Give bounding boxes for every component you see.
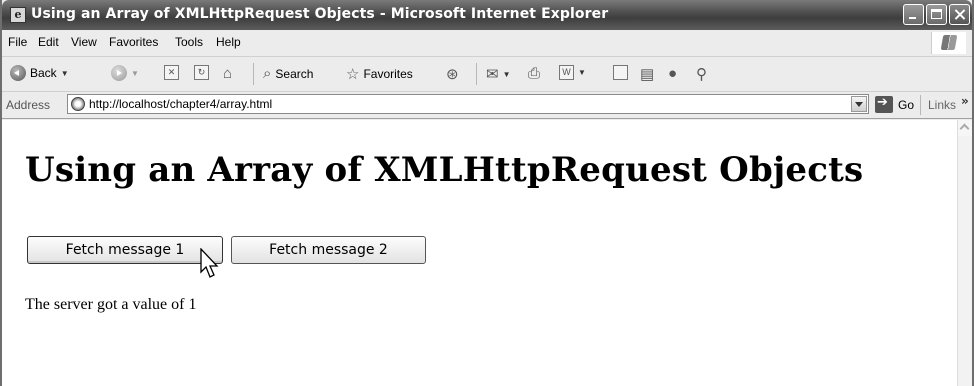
scroll-up-icon[interactable] (958, 120, 972, 136)
menu-favorites[interactable]: Favorites (109, 35, 158, 49)
research-icon: ⚲ (696, 66, 707, 83)
title-bar[interactable]: e Using an Array of XMLHttpRequest Objec… (2, 0, 972, 30)
links-button[interactable]: Links (928, 98, 956, 112)
address-bar: Address http://localhost/chapter4/array.… (2, 92, 972, 119)
search-button[interactable]: ⌕ Search (263, 65, 313, 82)
discuss-button[interactable] (613, 65, 628, 80)
menu-view[interactable]: View (71, 35, 97, 49)
go-button[interactable]: Go (898, 98, 914, 112)
tools-extra-button[interactable]: ⚲ (696, 65, 707, 83)
edit-dropdown-icon[interactable]: ▼ (578, 68, 586, 77)
back-button[interactable]: Back ▼ (10, 65, 69, 81)
address-dropdown-icon[interactable] (851, 96, 867, 112)
vertical-scrollbar[interactable] (957, 120, 972, 386)
mail-button[interactable]: ✉ ▼ (486, 65, 511, 83)
search-label: Search (275, 66, 314, 81)
back-dropdown-icon[interactable]: ▼ (61, 69, 69, 78)
search-icon: ⌕ (263, 65, 272, 82)
mouse-cursor-icon (200, 248, 219, 278)
edit-button[interactable]: W ▼ (559, 65, 586, 80)
forward-dropdown-icon[interactable]: ▼ (131, 69, 139, 78)
edit-icon: W (559, 65, 574, 80)
back-icon (10, 65, 26, 81)
home-icon: ⌂ (223, 65, 233, 82)
history-icon: ⊛ (446, 66, 459, 83)
fetch-message-1-button[interactable]: Fetch message 1 (27, 236, 223, 264)
stop-icon: ✕ (164, 65, 179, 80)
address-label: Address (6, 98, 51, 112)
address-input[interactable]: http://localhost/chapter4/array.html (67, 94, 869, 114)
mail-dropdown-icon[interactable]: ▼ (503, 70, 511, 79)
ie-page-icon: e (10, 7, 26, 23)
discuss-icon (613, 65, 628, 80)
back-label: Back (30, 66, 57, 80)
result-text: The server got a value of 1 (25, 296, 197, 313)
browser-window: e Using an Array of XMLHttpRequest Objec… (0, 0, 974, 386)
menu-edit[interactable]: Edit (38, 35, 59, 49)
favorites-star-icon: ☆ (346, 66, 360, 83)
go-arrow-icon[interactable] (875, 95, 893, 113)
page-icon (71, 97, 85, 111)
toolbar-separator (476, 63, 477, 85)
refresh-button[interactable]: ↻ (194, 65, 209, 80)
print-icon: ⎙ (528, 65, 541, 82)
research-button[interactable]: ▤ (640, 65, 654, 83)
menu-tools[interactable]: Tools (175, 35, 203, 49)
page-content: Using an Array of XMLHttpRequest Objects… (2, 120, 957, 386)
print-button[interactable]: ⎙ (528, 65, 540, 82)
mail-icon: ✉ (486, 66, 499, 83)
maximize-icon[interactable] (926, 4, 947, 25)
forward-button[interactable]: ▼ (111, 65, 139, 81)
menu-bar: File Edit View Favorites Tools Help (2, 30, 972, 57)
history-button[interactable]: ⊛ (446, 65, 459, 83)
home-button[interactable]: ⌂ (223, 65, 232, 82)
forward-icon (111, 65, 127, 81)
favorites-label: Favorites (363, 67, 413, 81)
research-icon: ▤ (640, 66, 655, 83)
windows-logo-icon (931, 32, 966, 54)
menu-help[interactable]: Help (216, 35, 241, 49)
favorites-button[interactable]: ☆ Favorites (346, 65, 413, 83)
window-controls (903, 4, 970, 25)
messenger-button[interactable]: ● (668, 65, 677, 82)
close-icon[interactable] (949, 4, 970, 25)
fetch-message-2-button[interactable]: Fetch message 2 (231, 236, 426, 264)
page-heading: Using an Array of XMLHttpRequest Objects (25, 150, 864, 190)
toolbar-separator (253, 63, 254, 85)
standard-toolbar: Back ▼ ▼ ✕ ↻ ⌂ ⌕ Search ☆ Favorites ⊛ ✉ … (2, 57, 972, 92)
minimize-icon[interactable] (903, 4, 924, 25)
links-chevron-icon[interactable]: » (961, 94, 969, 108)
links-separator (920, 95, 921, 115)
refresh-icon: ↻ (194, 65, 209, 80)
stop-button[interactable]: ✕ (164, 65, 179, 80)
address-url[interactable]: http://localhost/chapter4/array.html (89, 97, 272, 111)
menu-file[interactable]: File (8, 35, 27, 49)
messenger-icon: ● (668, 65, 678, 82)
window-title: Using an Array of XMLHttpRequest Objects… (31, 6, 609, 22)
